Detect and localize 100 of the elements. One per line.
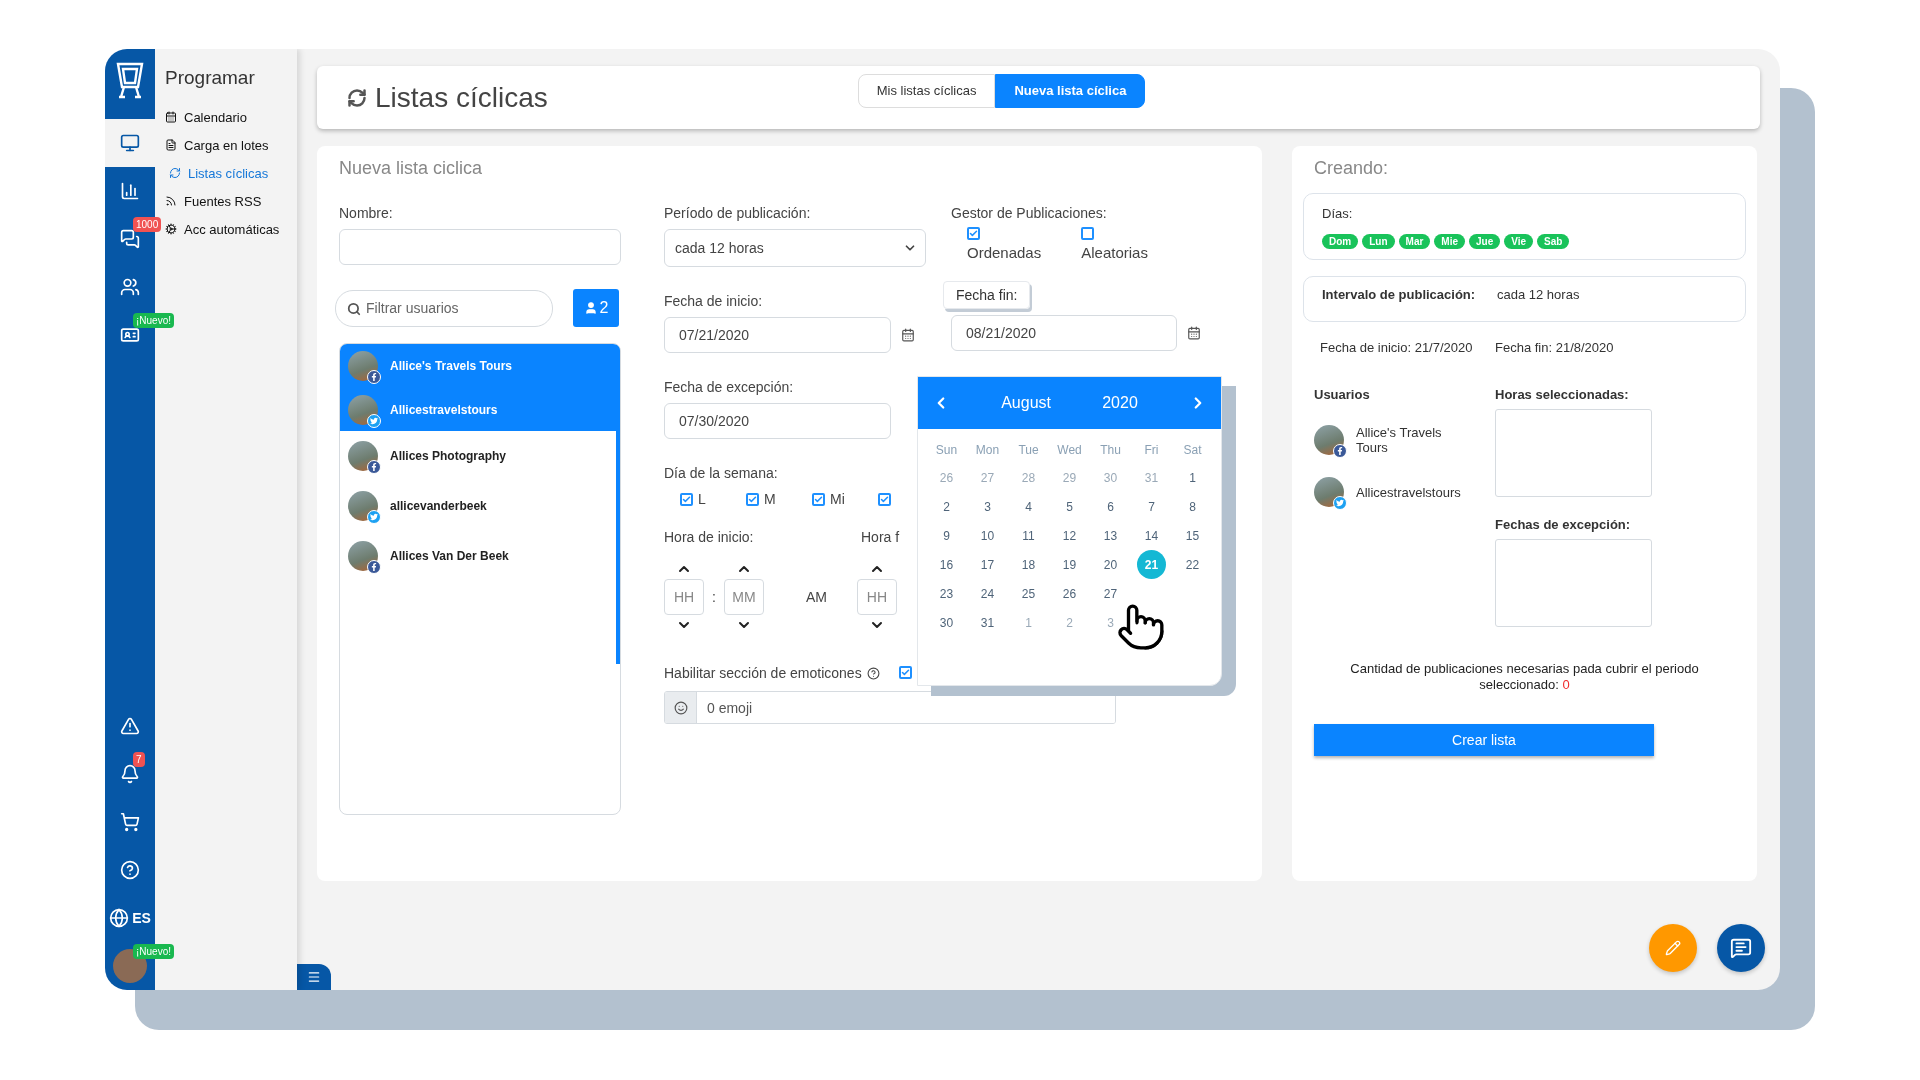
calendar-day[interactable]: 9 [932, 521, 961, 550]
f-logo-icon [1333, 444, 1347, 458]
chat-button[interactable] [1717, 924, 1765, 972]
field-label: Días: [1322, 206, 1353, 221]
section-label: Usuarios [1314, 387, 1370, 402]
meridiem-text: AM [805, 589, 827, 605]
calendar-day[interactable]: 30 [932, 608, 961, 637]
user-name: Allice's Travels Tours [1356, 425, 1443, 455]
calendar-day[interactable]: 26 [1055, 579, 1084, 608]
start-date-text: Fecha de inicio: 21/7/2020 [1320, 340, 1474, 355]
year-label[interactable]: 2020 [1102, 394, 1138, 412]
f-logo-icon [367, 460, 381, 474]
calendar-day[interactable]: 19 [1055, 550, 1084, 579]
calendar-day[interactable]: 4 [1014, 492, 1043, 521]
field-label: Intervalo de publicación: [1322, 287, 1477, 302]
calendar-day[interactable]: 23 [932, 579, 961, 608]
checkbox[interactable] [967, 227, 980, 240]
weekday-label: Fri [1143, 442, 1160, 459]
calendar-day[interactable]: 31 [973, 608, 1002, 637]
minute-field[interactable]: MM [723, 579, 764, 615]
checkbox[interactable] [878, 492, 891, 506]
calendar-day[interactable]: 27 [1096, 579, 1125, 608]
tab[interactable]: Mis listas cíclicas [857, 73, 996, 108]
chat-icon [120, 229, 140, 249]
date-field[interactable]: 08/21/2020 [951, 315, 1177, 351]
menu-button[interactable] [297, 964, 331, 990]
day-tag: Sab [1537, 234, 1570, 249]
nav-link[interactable]: Carga en lotes [165, 131, 297, 159]
day-label: Mi [830, 491, 845, 507]
calendar-day[interactable]: 13 [1096, 521, 1125, 550]
calendar-day[interactable]: 16 [932, 550, 961, 579]
bird-icon [367, 510, 381, 524]
calendar-day[interactable]: 24 [973, 579, 1002, 608]
refresh-icon [347, 87, 367, 108]
end-date-text: Fecha fin: 21/8/2020 [1495, 340, 1614, 355]
weekday-label: Wed [1056, 442, 1083, 459]
calendar-day[interactable]: 2 [932, 492, 961, 521]
checkbox[interactable] [812, 492, 825, 506]
menu-icon [307, 970, 321, 984]
calendar-icon [901, 328, 915, 342]
smiley-icon [673, 700, 688, 715]
rail-button[interactable] [105, 119, 155, 167]
calendar-day[interactable]: 10 [973, 521, 1002, 550]
checkbox[interactable] [680, 492, 693, 506]
avatar-photo [348, 441, 378, 471]
rss-icon [165, 195, 177, 207]
weekday-label: Thu [1099, 442, 1122, 459]
checkbox[interactable] [898, 666, 912, 679]
nav-link[interactable]: Acc automáticas [165, 215, 297, 243]
hour-field[interactable]: HH [664, 579, 704, 615]
weekday-label: Sun [934, 442, 959, 459]
tab[interactable]: Nueva lista cíclica [995, 73, 1146, 108]
users-icon [120, 277, 140, 297]
calendar-icon [165, 111, 177, 123]
calendar-day[interactable]: 7 [1137, 492, 1166, 521]
calendar-day[interactable]: 22 [1178, 550, 1207, 579]
calendar-day[interactable]: 3 [973, 492, 1002, 521]
calendar-day[interactable]: 8 [1178, 492, 1207, 521]
checkbox[interactable] [1081, 227, 1095, 240]
search-field[interactable]: Filtrar usuarios [335, 289, 553, 327]
calendar-day[interactable]: 14 [1137, 521, 1166, 550]
section-title: Programar [165, 67, 256, 89]
day-label: M [764, 491, 776, 507]
card-title: Creando: [1314, 158, 1390, 179]
calendar-day[interactable]: 12 [1055, 521, 1084, 550]
interval-value: cada 12 horas [1497, 287, 1580, 302]
nav-link[interactable]: Calendario [165, 103, 297, 131]
avatar-photo [348, 491, 378, 521]
calendar-day[interactable]: 17 [973, 550, 1002, 579]
calendar-day[interactable]: 20 [1096, 550, 1125, 579]
date-field[interactable]: 07/30/2020 [664, 403, 891, 439]
nav-link[interactable]: Listas cíclicas [165, 159, 297, 187]
day-tag: Dom [1322, 234, 1359, 249]
calendar-day[interactable]: 1 [1178, 463, 1207, 492]
user-name: Allicestravelstours [1356, 484, 1462, 500]
day-tag: Jue [1469, 234, 1501, 249]
nav-link[interactable]: Fuentes RSS [165, 187, 297, 215]
month-label[interactable]: August [1001, 394, 1051, 412]
users-count-button[interactable]: 2 [573, 289, 619, 327]
avatar-photo [1314, 477, 1344, 507]
calendar-day[interactable]: 6 [1096, 492, 1125, 521]
hour-field[interactable]: HH [856, 579, 897, 615]
calendar-day[interactable]: 5 [1055, 492, 1084, 521]
calendar-day[interactable]: 11 [1014, 521, 1043, 550]
emoji-field[interactable]: 0 emoji [664, 691, 1116, 724]
calendar-day[interactable]: 25 [1014, 579, 1043, 608]
create-button[interactable]: Crear lista [1314, 723, 1654, 756]
badge: ¡Nuevo! [133, 313, 174, 328]
help-icon [866, 666, 880, 680]
period-select[interactable]: cada 12 horas [664, 229, 926, 267]
calendar-day[interactable]: 18 [1014, 550, 1043, 579]
option-label: Aleatorias [1081, 244, 1148, 261]
chat-icon [1730, 937, 1752, 959]
checkbox[interactable] [746, 492, 759, 506]
rail-button[interactable]: ES [105, 894, 155, 942]
name-field[interactable] [339, 229, 621, 265]
calendar-day[interactable]: 15 [1178, 521, 1207, 550]
day-label: L [698, 491, 706, 507]
date-field[interactable]: 07/21/2020 [664, 317, 891, 353]
field-label: Gestor de Publicaciones: [951, 205, 1107, 221]
